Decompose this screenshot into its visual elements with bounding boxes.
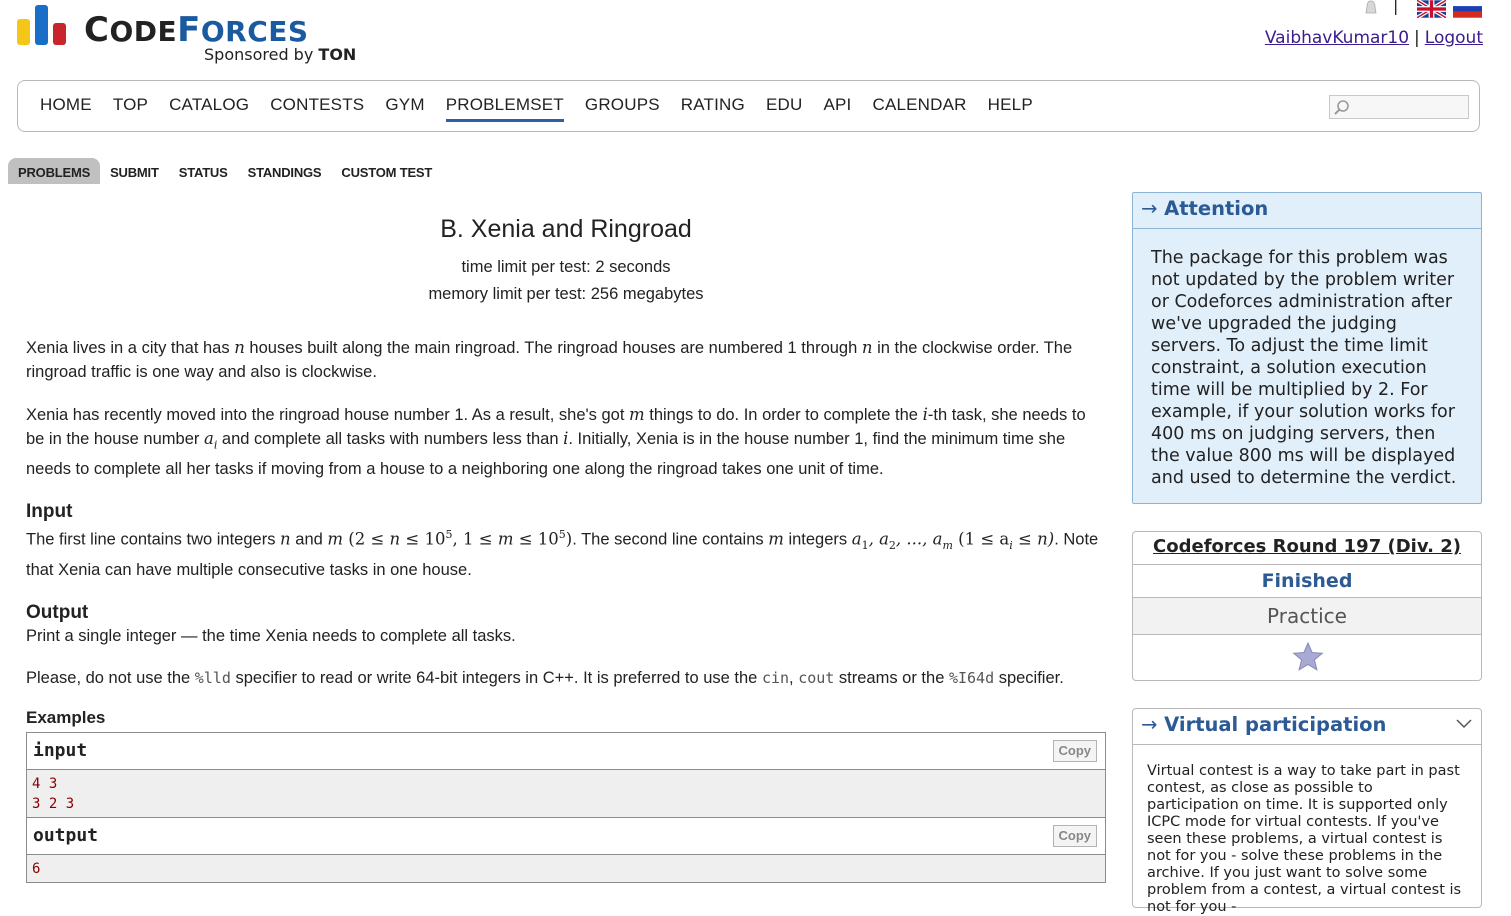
search-input[interactable]: [1329, 95, 1469, 119]
legend-paragraph-1: Xenia lives in a city that has n houses …: [26, 338, 1073, 381]
problem-statement: B. Xenia and Ringroad time limit per tes…: [26, 210, 1106, 884]
time-limit: time limit per test: 2 seconds: [461, 258, 671, 276]
logo-letters-orces: ORCES: [200, 15, 309, 48]
memory-limit: memory limit per test: 256 megabytes: [428, 285, 704, 303]
chevron-down-icon[interactable]: [1456, 719, 1472, 729]
sponsor-line: Sponsored by TON: [204, 45, 356, 64]
nav-item-help[interactable]: HELP: [988, 95, 1033, 122]
attention-text: The package for this problem was not upd…: [1151, 248, 1457, 488]
logo-letter-f: F: [177, 10, 201, 50]
favourite-row: [1133, 635, 1481, 679]
nav-item-top[interactable]: TOP: [113, 95, 148, 122]
logout-link[interactable]: Logout: [1425, 28, 1483, 48]
second-menu-item-custom-test[interactable]: CUSTOM TEST: [331, 158, 442, 184]
sample-output-label: output: [33, 825, 99, 847]
nav-item-calendar[interactable]: CALENDAR: [872, 95, 966, 122]
sponsor-prefix: Sponsored by: [204, 45, 314, 64]
input-specification: The first line contains two integers n a…: [26, 528, 1099, 580]
sample-input-line: 4 3: [32, 776, 58, 793]
nav-item-edu[interactable]: EDU: [766, 95, 803, 122]
nav-item-catalog[interactable]: CATALOG: [169, 95, 249, 122]
second-menu-item-standings[interactable]: STANDINGS: [238, 158, 332, 184]
sample-output-line: 6: [32, 861, 41, 878]
legend-paragraph-2: Xenia has recently moved into the ringro…: [26, 405, 1086, 479]
sample-input-line: 3 2 3: [32, 796, 75, 813]
logo-letter-c: C: [84, 10, 110, 50]
logo-bar-blue: [35, 5, 48, 45]
main-menu: HOME TOP CATALOG CONTESTS GYM PROBLEMSET GROUP…: [17, 80, 1480, 132]
contest-name-link[interactable]: Codeforces Round 197 (Div. 2): [1153, 536, 1461, 557]
sample-tests: input Copy 4 3 3 2 3 output Copy 6: [26, 732, 1106, 884]
virtual-title-text: Virtual participation: [1164, 713, 1387, 736]
second-menu-item-status[interactable]: STATUS: [169, 158, 238, 184]
problem-title: B. Xenia and Ringroad: [440, 215, 692, 243]
nav-item-gym[interactable]: GYM: [385, 95, 424, 122]
second-menu-item-problems[interactable]: PROBLEMS: [8, 158, 101, 184]
sample-input-header: input Copy: [27, 733, 1105, 771]
nav-item-api[interactable]: API: [823, 95, 851, 122]
virtual-text: Virtual contest is a way to take part in…: [1147, 763, 1462, 915]
codeforces-logo-bars[interactable]: [17, 5, 69, 45]
logo-bar-red: [53, 23, 66, 45]
attention-box: → Attention The package for this problem…: [1132, 192, 1482, 504]
examples-title: Examples: [26, 708, 106, 728]
input-section-title: Input: [26, 501, 73, 523]
user-links: VaibhavKumar10 | Logout: [1265, 28, 1483, 48]
copy-output-button[interactable]: Copy: [1052, 825, 1097, 848]
attention-title-text: Attention: [1164, 197, 1269, 220]
attention-title: → Attention: [1133, 193, 1481, 229]
second-menu-item-submit[interactable]: SUBMIT: [100, 158, 169, 184]
contest-status: Finished: [1133, 565, 1481, 598]
contest-name: Codeforces Round 197 (Div. 2): [1133, 532, 1481, 565]
user-separator: |: [1414, 28, 1420, 48]
io-note: Please, do not use the %lld specifier to…: [26, 669, 1064, 688]
search-icon: [1334, 100, 1349, 115]
copy-input-button[interactable]: Copy: [1052, 740, 1097, 763]
sample-input[interactable]: 4 3 3 2 3: [27, 770, 1105, 818]
star-icon[interactable]: [1292, 641, 1324, 673]
logo-letters-ode: ODE: [109, 15, 178, 48]
nav-item-groups[interactable]: GROUPS: [585, 95, 660, 122]
uk-flag-icon[interactable]: [1417, 0, 1446, 18]
logo-bar-yellow: [17, 19, 30, 45]
practice-label: Practice: [1133, 598, 1481, 635]
nav-item-home[interactable]: HOME: [40, 95, 92, 122]
nav-item-rating[interactable]: RATING: [681, 95, 745, 122]
username-link[interactable]: VaibhavKumar10: [1265, 28, 1409, 48]
sponsor-name: TON: [318, 45, 357, 64]
arrow-right-icon: →: [1141, 197, 1158, 220]
ru-flag-icon[interactable]: [1453, 0, 1482, 18]
bell-icon[interactable]: [1363, 0, 1379, 16]
sample-input-label: input: [33, 740, 88, 762]
sample-output-header: output Copy: [27, 817, 1105, 856]
contest-box: Codeforces Round 197 (Div. 2) Finished P…: [1132, 531, 1482, 681]
sample-output[interactable]: 6: [27, 855, 1105, 883]
virtual-title[interactable]: → Virtual participation: [1133, 709, 1481, 745]
output-specification: Print a single integer — the time Xenia …: [26, 627, 516, 646]
lang-separator: |: [1393, 0, 1399, 15]
output-section-title: Output: [26, 602, 89, 624]
arrow-right-icon: →: [1141, 713, 1158, 736]
nav-item-problemset[interactable]: PROBLEMSET: [445, 95, 564, 122]
second-level-menu: PROBLEMS SUBMIT STATUS STANDINGS CUSTOM TEST: [8, 158, 442, 184]
nav-item-contests[interactable]: CONTESTS: [270, 95, 364, 122]
virtual-participation-box: → Virtual participation Virtual contest …: [1132, 708, 1482, 915]
